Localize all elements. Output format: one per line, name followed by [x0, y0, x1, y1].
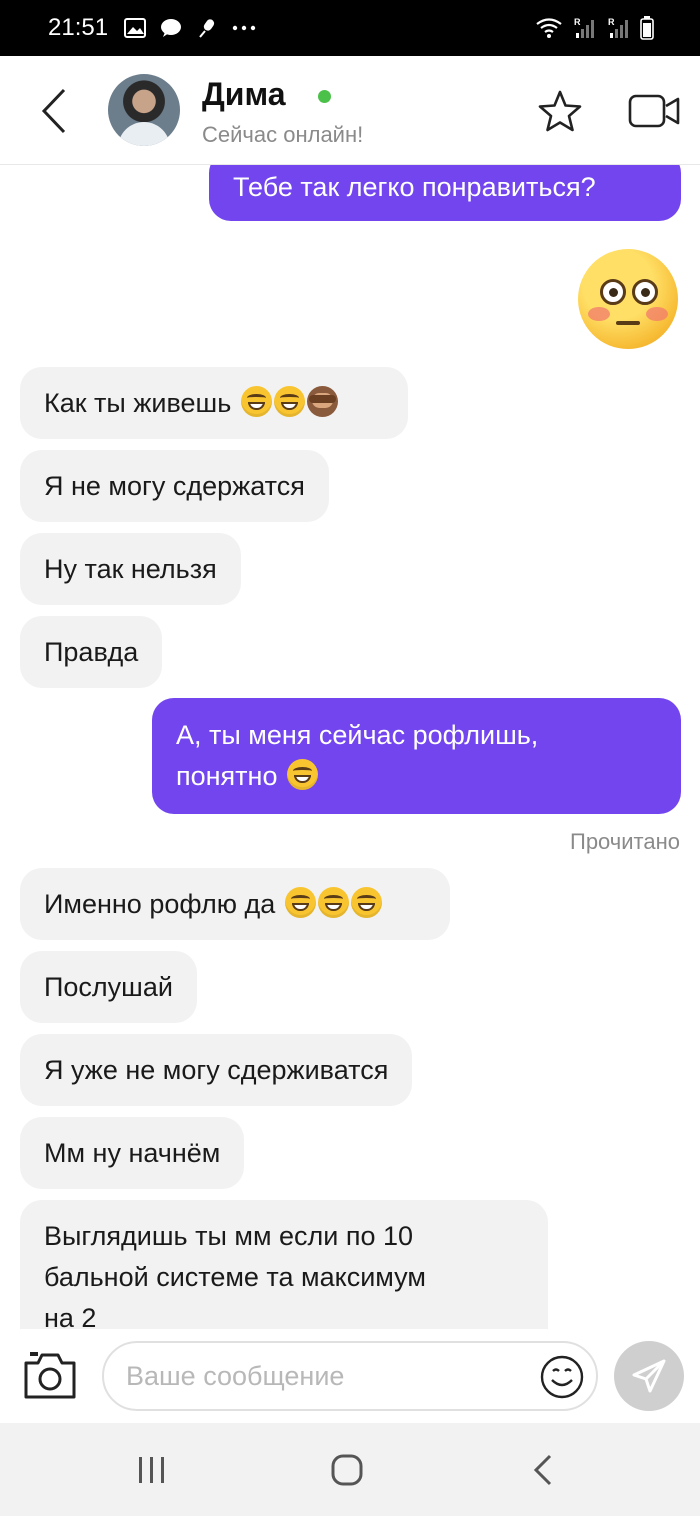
svg-text:R: R	[574, 17, 581, 27]
emoji-smile-icon[interactable]	[540, 1355, 584, 1399]
notification-icons	[124, 14, 256, 42]
image-icon	[124, 18, 146, 38]
battery-icon	[640, 16, 654, 40]
message-incoming[interactable]: Ну так нельзя	[20, 533, 241, 605]
message-text: Как ты живешь	[44, 388, 232, 418]
signal-icon: R	[608, 17, 628, 38]
star-icon[interactable]	[538, 90, 582, 132]
signal-icon: R	[574, 17, 594, 38]
message-text: Я уже не могу сдерживатся	[44, 1055, 389, 1085]
message-text: Послушай	[44, 972, 173, 1002]
flushed-face-emoji[interactable]	[578, 249, 678, 349]
grinning-emoji	[273, 386, 305, 417]
composer	[0, 1329, 700, 1423]
chat-bubble-icon	[161, 19, 181, 37]
navigation-bar	[0, 1423, 700, 1516]
message-incoming[interactable]: Я не могу сдержатся	[20, 450, 329, 522]
message-text: Выглядишь ты мм если по 10	[44, 1221, 414, 1251]
message-outgoing[interactable]: Тебе так легко понравиться?	[209, 165, 681, 221]
message-text: Ну так нельзя	[44, 554, 217, 584]
message-input[interactable]	[102, 1341, 598, 1411]
online-indicator	[318, 90, 331, 103]
message-incoming[interactable]: Послушай	[20, 951, 197, 1023]
contact-name[interactable]: Дима	[202, 76, 286, 113]
contact-status: Сейчас онлайн!	[202, 122, 364, 147]
message-incoming[interactable]: Мм ну начнём	[20, 1117, 245, 1189]
grinning-emoji	[286, 759, 318, 790]
message-incoming[interactable]: Выглядишь ты мм если по 10 бальной систе…	[20, 1200, 548, 1329]
grinning-emoji	[284, 887, 316, 918]
microphone-icon	[199, 19, 215, 38]
more-icon	[232, 25, 256, 31]
send-button[interactable]	[614, 1341, 684, 1411]
message-incoming[interactable]: Как ты живешь	[20, 367, 408, 439]
grinning-emoji	[350, 887, 382, 918]
chat-header: Дима Сейчас онлайн!	[0, 56, 700, 165]
home-icon[interactable]	[330, 1453, 364, 1487]
send-icon	[632, 1359, 666, 1393]
read-status: Прочитано	[570, 829, 680, 854]
message-list[interactable]: Тебе так легко понравиться? Как ты живеш…	[0, 165, 700, 1329]
svg-text:R: R	[608, 17, 615, 27]
message-text: Тебе так легко понравиться?	[233, 172, 596, 202]
system-back-icon[interactable]	[530, 1453, 556, 1487]
message-incoming[interactable]: Я уже не могу сдерживатся	[20, 1034, 413, 1106]
message-text: Именно рофлю да	[44, 889, 276, 919]
see-no-evil-monkey-emoji	[306, 386, 338, 417]
message-text: понятно	[176, 761, 278, 791]
recent-apps-icon[interactable]	[136, 1455, 168, 1485]
back-icon[interactable]	[36, 86, 72, 136]
message-text: Мм ну начнём	[44, 1138, 221, 1168]
message-text: бальной системе та максимум	[44, 1262, 426, 1292]
message-text: Правда	[44, 637, 139, 667]
message-incoming[interactable]: Правда	[20, 616, 163, 688]
status-bar: 21:51 R R	[0, 0, 700, 56]
wifi-icon	[536, 18, 562, 38]
message-text: А, ты меня сейчас рофлишь,	[176, 720, 539, 750]
status-time: 21:51	[48, 14, 109, 41]
message-text: на 2	[44, 1303, 97, 1329]
message-incoming[interactable]: Именно рофлю да	[20, 868, 450, 940]
grinning-emoji	[317, 887, 349, 918]
video-call-icon[interactable]	[628, 94, 680, 128]
system-icons: R R	[536, 14, 654, 42]
grinning-emoji	[240, 386, 272, 417]
message-outgoing[interactable]: А, ты меня сейчас рофлишь, понятно	[152, 698, 681, 814]
camera-icon[interactable]	[22, 1349, 78, 1401]
message-text: Я не могу сдержатся	[44, 471, 305, 501]
avatar[interactable]	[108, 74, 180, 146]
